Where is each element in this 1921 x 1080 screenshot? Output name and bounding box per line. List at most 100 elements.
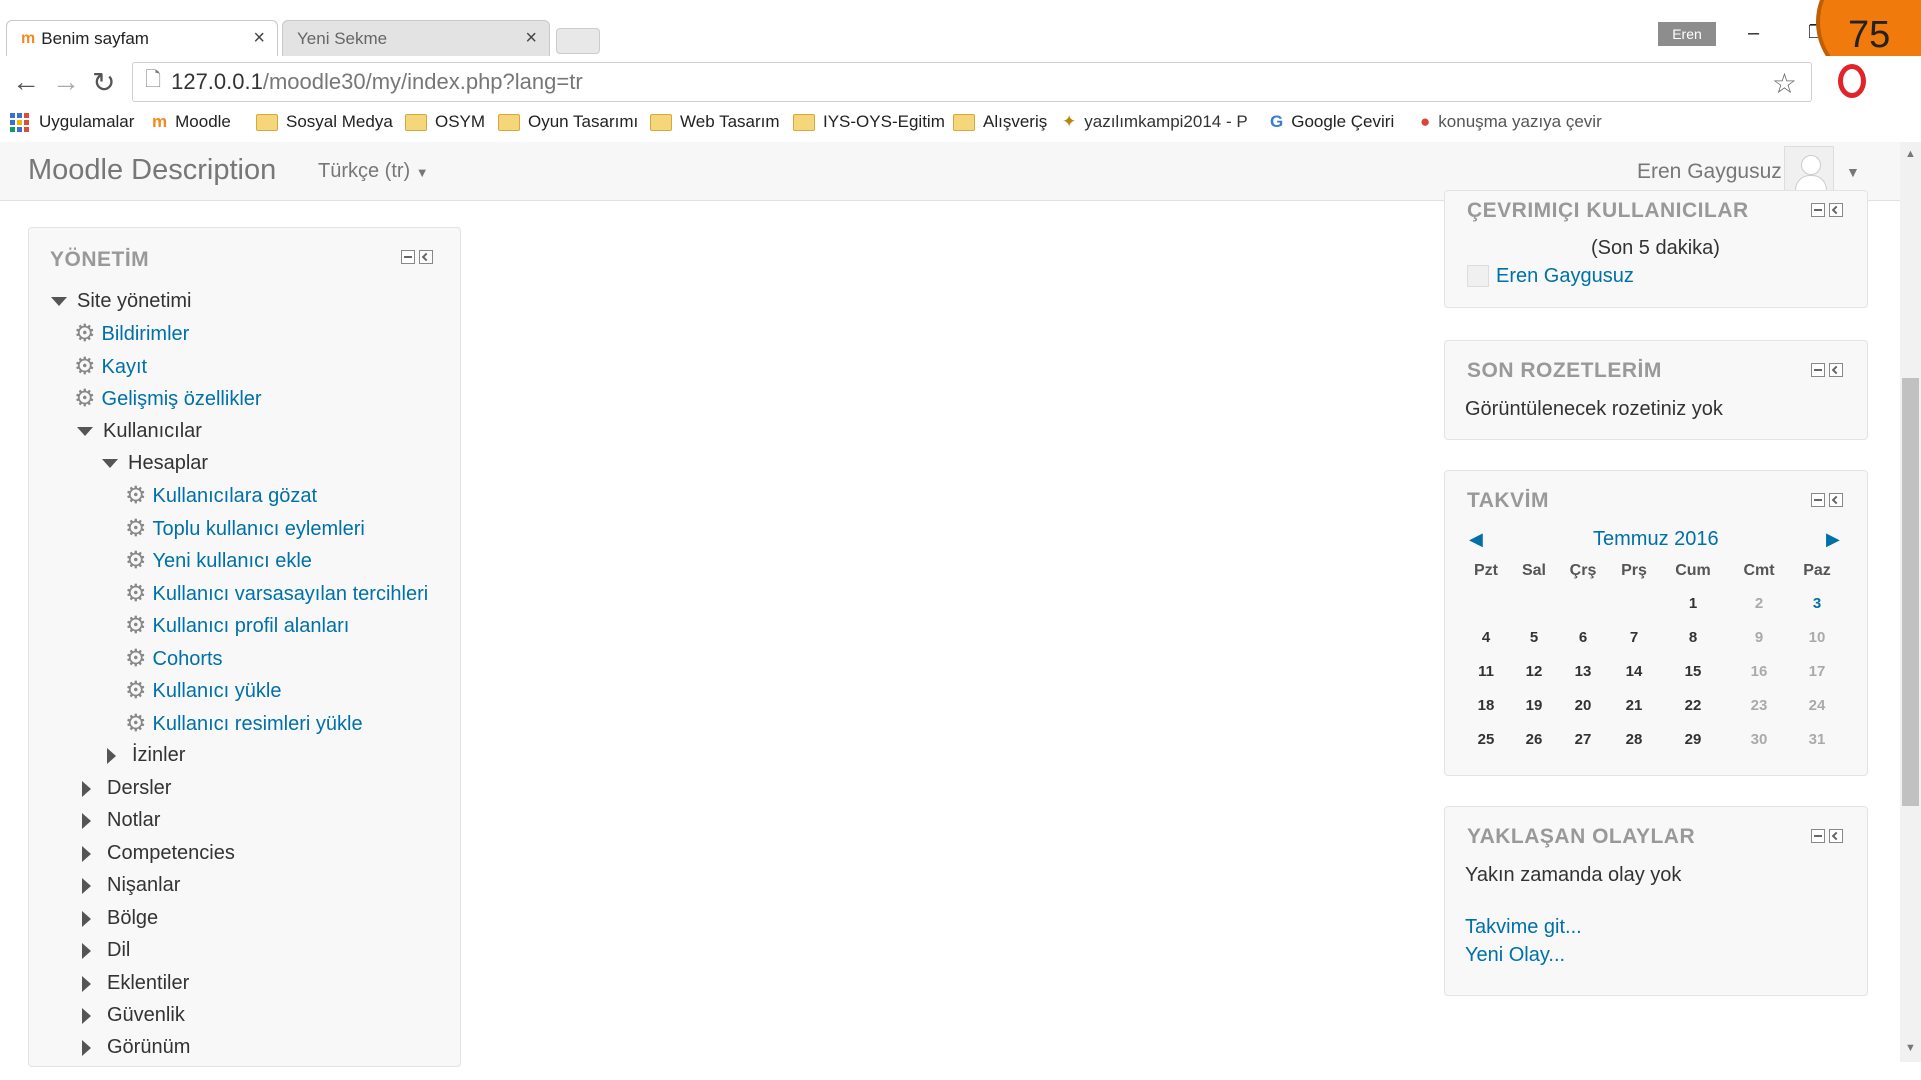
minimize-icon[interactable]	[1811, 363, 1825, 377]
tree-kullanicilara-gozat[interactable]: ⚙ Kullanıcılara gözat	[125, 484, 317, 508]
minimize-icon[interactable]	[1811, 493, 1825, 507]
calendar-day[interactable]: 1	[1668, 595, 1718, 612]
tree-hesaplar[interactable]: Hesaplar	[102, 452, 208, 475]
tree-kullanici-resimleri-yukle[interactable]: ⚙ Kullanıcı resimleri yükle	[125, 712, 363, 736]
calendar-day[interactable]: 27	[1558, 731, 1608, 748]
bookmark-moodle[interactable]: m Moodle	[152, 112, 231, 132]
calendar-day[interactable]: 24	[1792, 697, 1842, 714]
tree-gorunum[interactable]: Görünüm	[82, 1036, 190, 1059]
calendar-day[interactable]: 22	[1668, 697, 1718, 714]
bookmark-alisveris[interactable]: Alışveriş	[953, 112, 1047, 132]
close-icon[interactable]: ×	[525, 27, 537, 50]
calendar-day[interactable]: 3	[1792, 595, 1842, 612]
calendar-day[interactable]: 15	[1668, 663, 1718, 680]
bookmark-osym[interactable]: OSYM	[405, 112, 485, 132]
tree-kullanici-profil-alanlari[interactable]: ⚙ Kullanıcı profil alanları	[125, 614, 349, 638]
tab-benim-sayfam[interactable]: m Benim sayfam ×	[6, 20, 278, 56]
tree-kayit[interactable]: ⚙ Kayıt	[74, 355, 147, 379]
calendar-day[interactable]: 2	[1734, 595, 1784, 612]
bookmark-sosyal-medya[interactable]: Sosyal Medya	[256, 112, 393, 132]
tree-nisanlar[interactable]: Nişanlar	[82, 874, 180, 897]
chevron-down-icon[interactable]: ▼	[1846, 164, 1860, 180]
bookmark-uygulamalar[interactable]: Uygulamalar	[10, 112, 134, 132]
bookmark-yazilimkampi[interactable]: ✦ yazılımkampi2014 - P	[1062, 112, 1248, 132]
calendar-day[interactable]: 4	[1461, 629, 1511, 646]
tree-kullanicilar[interactable]: Kullanıcılar	[77, 420, 202, 443]
tree-kullanici-tercihleri[interactable]: ⚙ Kullanıcı varsasayılan tercihleri	[125, 582, 428, 606]
calendar-day[interactable]: 16	[1734, 663, 1784, 680]
avatar[interactable]	[1784, 146, 1834, 196]
page-scrollbar[interactable]: ▲ ▼	[1900, 142, 1921, 1062]
bookmark-oyun-tasarimi[interactable]: Oyun Tasarımı	[498, 112, 638, 132]
tree-bolge[interactable]: Bölge	[82, 907, 158, 930]
tree-yeni-kullanici-ekle[interactable]: ⚙ Yeni kullanıcı ekle	[125, 549, 312, 573]
tree-bildirimler[interactable]: ⚙ Bildirimler	[74, 322, 189, 346]
bookmark-web-tasarim[interactable]: Web Tasarım	[650, 112, 780, 132]
calendar-day[interactable]: 23	[1734, 697, 1784, 714]
minimize-icon[interactable]	[401, 250, 415, 264]
minimize-icon[interactable]	[1811, 829, 1825, 843]
calendar-day[interactable]: 5	[1509, 629, 1559, 646]
calendar-day[interactable]: 7	[1609, 629, 1659, 646]
go-calendar-link[interactable]: Takvime git...	[1465, 916, 1582, 939]
calendar-day[interactable]: 14	[1609, 663, 1659, 680]
calendar-day[interactable]: 31	[1792, 731, 1842, 748]
dock-icon[interactable]	[1829, 203, 1843, 217]
tree-notlar[interactable]: Notlar	[82, 809, 160, 832]
dock-icon[interactable]	[1829, 493, 1843, 507]
calendar-day[interactable]: 17	[1792, 663, 1842, 680]
tree-guvenlik[interactable]: Güvenlik	[82, 1004, 185, 1027]
tree-dil[interactable]: Dil	[82, 939, 130, 962]
back-icon[interactable]: ←	[12, 66, 40, 98]
reload-icon[interactable]: ↻	[92, 66, 115, 99]
next-month-icon[interactable]: ▶	[1826, 529, 1840, 550]
profile-badge[interactable]: Eren	[1658, 22, 1716, 46]
opera-icon[interactable]	[1838, 64, 1866, 98]
calendar-day[interactable]: 9	[1734, 629, 1784, 646]
dock-icon[interactable]	[419, 250, 433, 264]
calendar-day[interactable]: 26	[1509, 731, 1559, 748]
tab-yeni-sekme[interactable]: Yeni Sekme ×	[282, 20, 550, 56]
calendar-day[interactable]: 28	[1609, 731, 1659, 748]
new-event-link[interactable]: Yeni Olay...	[1465, 944, 1565, 967]
tree-gelismis-ozellikler[interactable]: ⚙ Gelişmiş özellikler	[74, 387, 262, 411]
dock-icon[interactable]	[1829, 829, 1843, 843]
site-brand[interactable]: Moodle Description	[28, 154, 276, 187]
scroll-down-icon[interactable]: ▼	[1905, 1042, 1916, 1054]
minimize-icon[interactable]	[1811, 203, 1825, 217]
dock-icon[interactable]	[1829, 363, 1843, 377]
calendar-day[interactable]: 13	[1558, 663, 1608, 680]
new-tab-button[interactable]	[556, 28, 600, 54]
prev-month-icon[interactable]: ◀	[1469, 529, 1483, 550]
online-user-link[interactable]: Eren Gaygusuz	[1496, 265, 1634, 288]
calendar-day[interactable]: 10	[1792, 629, 1842, 646]
scroll-up-icon[interactable]: ▲	[1905, 148, 1916, 160]
calendar-day[interactable]: 8	[1668, 629, 1718, 646]
user-name[interactable]: Eren Gaygusuz	[1637, 160, 1782, 184]
language-menu[interactable]: Türkçe (tr) ▼	[318, 160, 429, 183]
calendar-day[interactable]: 21	[1609, 697, 1659, 714]
minimize-icon[interactable]: –	[1748, 22, 1759, 45]
bookmark-iys-oys-egitim[interactable]: IYS-OYS-Egitim	[793, 112, 945, 132]
calendar-day[interactable]: 19	[1509, 697, 1559, 714]
calendar-day[interactable]: 30	[1734, 731, 1784, 748]
calendar-day[interactable]: 29	[1668, 731, 1718, 748]
tree-eklentiler[interactable]: Eklentiler	[82, 972, 189, 995]
scrollbar-thumb[interactable]	[1902, 378, 1919, 806]
calendar-day[interactable]: 12	[1509, 663, 1559, 680]
bookmark-star-icon[interactable]: ☆	[1772, 67, 1797, 100]
calendar-day[interactable]: 25	[1461, 731, 1511, 748]
close-icon[interactable]: ×	[253, 27, 265, 50]
tree-izinler[interactable]: İzinler	[107, 744, 185, 767]
calendar-month-link[interactable]: Temmuz 2016	[1593, 528, 1719, 551]
tree-kullanici-yukle[interactable]: ⚙ Kullanıcı yükle	[125, 679, 281, 703]
tree-cohorts[interactable]: ⚙ Cohorts	[125, 647, 223, 671]
tree-dersler[interactable]: Dersler	[82, 777, 171, 800]
address-bar[interactable]: 🗋 127.0.0.1/moodle30/my/index.php?lang=t…	[132, 62, 1812, 102]
calendar-day[interactable]: 6	[1558, 629, 1608, 646]
calendar-day[interactable]: 20	[1558, 697, 1608, 714]
bookmark-konusma[interactable]: ● konuşma yazıya çevir	[1420, 112, 1602, 132]
tree-competencies[interactable]: Competencies	[82, 842, 235, 865]
calendar-day[interactable]: 11	[1461, 663, 1511, 680]
tree-site-yonetimi[interactable]: Site yönetimi	[51, 290, 192, 313]
